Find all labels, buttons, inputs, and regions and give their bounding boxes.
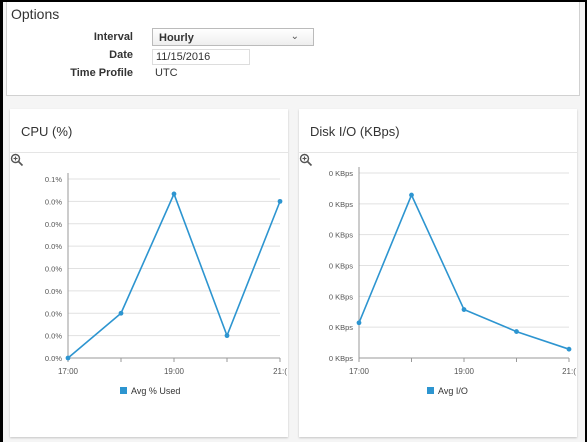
options-page: Options Interval Hourly ⌄ Date 11/15/201… <box>3 2 585 442</box>
y-tick-label: 0 KBps <box>329 292 353 301</box>
cpu-chart: 0.0% 0.0% 0.0% 0.0% 0.0% 0.0% 0.0% 0.0% 0.1% 17:0… <box>45 173 287 396</box>
chevron-down-icon: ⌄ <box>290 31 299 42</box>
interval-select-value: Hourly <box>159 32 194 44</box>
x-tick-label: 19:00 <box>454 367 475 376</box>
y-tick-label: 0.0% <box>45 265 62 274</box>
x-tick-label: 21:( <box>562 367 576 376</box>
series-line <box>67 191 281 359</box>
zoom-icon[interactable] <box>299 153 313 167</box>
disk-io-chart-title: Disk I/O (KBps) <box>310 124 400 139</box>
y-tick-label: 0 KBps <box>329 231 353 240</box>
data-point <box>65 355 71 361</box>
data-point <box>409 192 414 198</box>
data-point <box>461 307 467 312</box>
interval-select[interactable]: Hourly ⌄ <box>152 28 314 46</box>
date-value: 11/15/2016 <box>156 51 211 63</box>
options-title: Options <box>11 6 60 22</box>
legend-swatch <box>120 387 127 394</box>
y-tick-label: 0.0% <box>45 332 62 341</box>
cpu-chart-header: CPU (%) <box>10 109 288 153</box>
y-tick-label: 0 KBps <box>329 323 353 332</box>
date-field[interactable]: 11/15/2016 <box>152 49 250 65</box>
interval-label: Interval <box>93 31 133 43</box>
y-tick-label: 0 KBps <box>329 262 353 271</box>
y-tick-label: 0.0% <box>45 287 62 296</box>
data-point <box>356 320 362 326</box>
options-panel: Options Interval Hourly ⌄ Date 11/15/201… <box>6 2 580 96</box>
time-profile-value: UTC <box>155 67 178 79</box>
legend-label: Avg % Used <box>131 386 180 396</box>
legend-label: Avg I/O <box>438 386 468 396</box>
data-point <box>171 191 177 197</box>
data-point <box>224 333 230 339</box>
disk-io-chart: 0 KBps 0 KBps 0 KBps 0 KBps 0 KBps 0 KBps 0 KB… <box>329 167 576 396</box>
disk-io-chart-card: Disk I/O (KBps) 0 KBps 0 KBps 0 KBps 0 KBps… <box>299 109 577 437</box>
disk-io-chart-header: Disk I/O (KBps) <box>299 109 577 153</box>
date-label: Date <box>109 49 133 61</box>
data-point <box>514 329 519 334</box>
y-tick-label: 0.0% <box>45 309 62 318</box>
data-point <box>118 310 124 316</box>
y-tick-label: 0.0% <box>45 242 62 251</box>
time-profile-label: Time Profile <box>70 67 133 79</box>
x-tick-label: 17:00 <box>58 367 79 376</box>
y-tick-label: 0.0% <box>45 220 62 229</box>
data-point <box>277 198 283 204</box>
cpu-chart-card: CPU (%) 0.0% 0.0% 0.0% 0.0% 0.0% 0.0% 0.0% 0.0%… <box>10 109 288 437</box>
cpu-chart-title: CPU (%) <box>21 124 73 139</box>
y-tick-label: 0 KBps <box>329 200 353 209</box>
legend-swatch <box>427 387 434 394</box>
x-tick-label: 21:( <box>273 367 287 376</box>
y-tick-label: 0.1% <box>45 175 62 184</box>
y-tick-label: 0 KBps <box>329 169 353 178</box>
y-tick-label: 0.0% <box>45 197 62 206</box>
y-tick-label: 0 KBps <box>329 354 353 363</box>
data-point <box>566 346 572 352</box>
zoom-icon[interactable] <box>10 153 24 167</box>
x-tick-label: 19:00 <box>164 367 185 376</box>
series-line <box>358 193 570 350</box>
y-tick-label: 0.0% <box>45 354 62 363</box>
x-tick-label: 17:00 <box>349 367 370 376</box>
